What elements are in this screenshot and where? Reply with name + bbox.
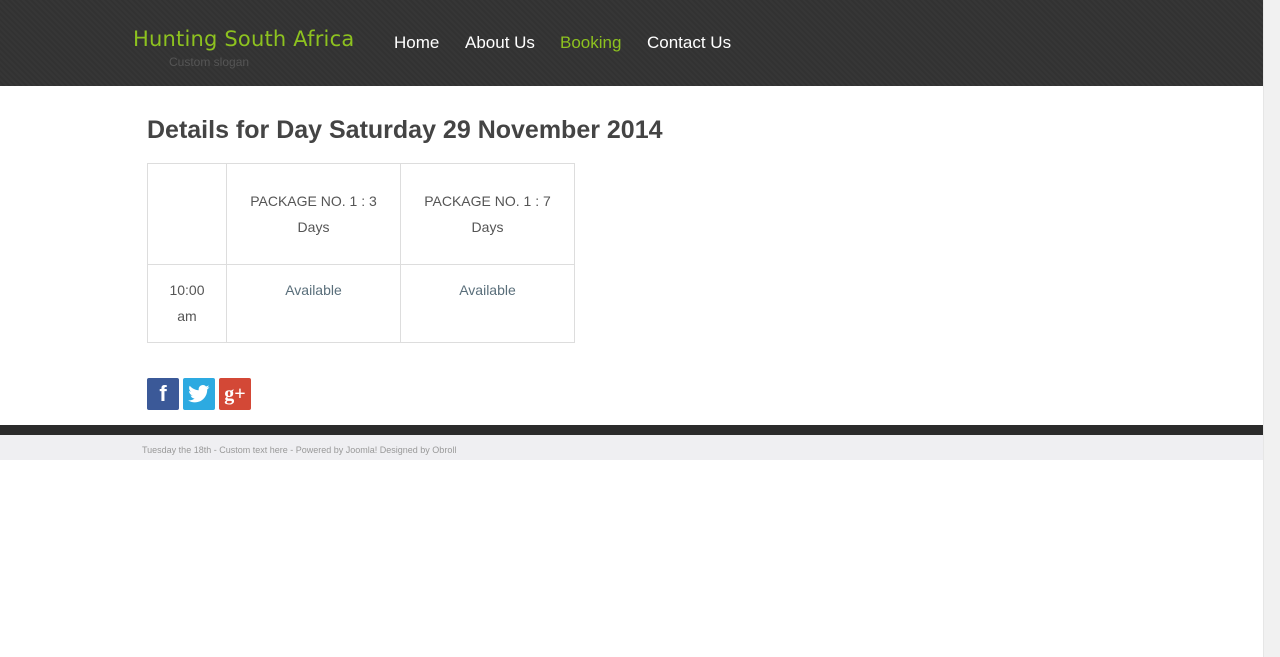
table-row: 10:00 am Available Available xyxy=(147,264,575,343)
nav-item-booking[interactable]: Booking xyxy=(560,33,621,53)
availability-cell: Available xyxy=(400,264,575,343)
google-plus-icon[interactable]: g+ xyxy=(219,378,251,410)
availability-cell: Available xyxy=(226,264,401,343)
booking-table: PACKAGE NO. 1 : 3 Days PACKAGE NO. 1 : 7… xyxy=(147,163,575,343)
twitter-icon[interactable] xyxy=(183,378,215,410)
site-slogan: Custom slogan xyxy=(169,55,250,69)
footer-text: Tuesday the 18th - Custom text here - Po… xyxy=(142,445,457,455)
table-header-time xyxy=(147,163,227,265)
availability-link[interactable]: Available xyxy=(459,282,516,298)
site-footer: Tuesday the 18th - Custom text here - Po… xyxy=(0,435,1263,460)
nav-item-home[interactable]: Home xyxy=(394,33,439,53)
time-label: 10:00 am xyxy=(169,282,205,324)
table-header-row: PACKAGE NO. 1 : 3 Days PACKAGE NO. 1 : 7… xyxy=(147,163,575,265)
facebook-glyph: f xyxy=(159,381,167,406)
footer-divider xyxy=(0,425,1263,435)
time-cell: 10:00 am xyxy=(147,264,227,343)
table-header-package-3-days: PACKAGE NO. 1 : 3 Days xyxy=(226,163,401,265)
google-plus-glyph: g+ xyxy=(224,382,246,405)
nav-item-contact-us[interactable]: Contact Us xyxy=(647,33,731,53)
vertical-scrollbar[interactable] xyxy=(1263,0,1280,657)
twitter-bird-glyph xyxy=(188,385,210,403)
table-header-package-7-days: PACKAGE NO. 1 : 7 Days xyxy=(400,163,575,265)
site-logo[interactable]: Hunting South Africa xyxy=(133,27,354,51)
facebook-icon[interactable]: f xyxy=(147,378,179,410)
header-label: PACKAGE NO. 1 : 7 Days xyxy=(424,193,551,235)
page-title: Details for Day Saturday 29 November 201… xyxy=(147,116,663,144)
site-header: Hunting South Africa Custom slogan Home … xyxy=(0,0,1263,86)
availability-link[interactable]: Available xyxy=(285,282,342,298)
nav-item-about-us[interactable]: About Us xyxy=(465,33,535,53)
header-label: PACKAGE NO. 1 : 3 Days xyxy=(250,193,377,235)
